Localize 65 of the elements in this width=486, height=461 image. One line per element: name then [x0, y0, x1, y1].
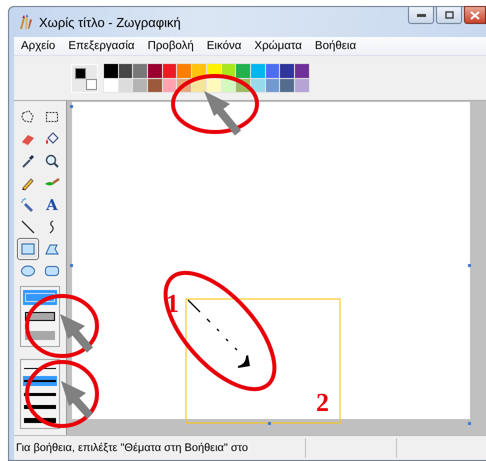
color-swatch[interactable]	[177, 64, 192, 78]
menu-item[interactable]: Βοήθεια	[312, 39, 358, 53]
color-swatch[interactable]	[104, 78, 118, 92]
foreground-color-swatch[interactable]	[75, 68, 86, 78]
color-swatch[interactable]	[266, 78, 280, 92]
minimize-icon	[416, 14, 426, 16]
menu-item[interactable]: Αρχείο	[19, 39, 58, 53]
color-swatch[interactable]	[133, 64, 148, 78]
callout-number: 1	[166, 289, 179, 318]
color-swatch[interactable]	[162, 64, 176, 78]
fill-icon	[44, 131, 60, 147]
color-swatch[interactable]	[148, 64, 162, 78]
select-icon	[44, 109, 60, 125]
menu-item[interactable]: Επεξεργασία	[66, 39, 137, 53]
line-width-option[interactable]	[23, 415, 57, 425]
color-swatch[interactable]	[266, 64, 280, 78]
color-swatch[interactable]	[294, 78, 309, 92]
color-swatch[interactable]	[222, 78, 236, 92]
paint-brushes-icon	[17, 14, 33, 30]
color-swatch[interactable]	[118, 64, 132, 78]
color-swatch[interactable]	[250, 78, 265, 92]
menu-item[interactable]: Εικόνα	[204, 39, 244, 53]
maximize-button[interactable]	[436, 6, 462, 24]
resize-handle[interactable]	[468, 264, 471, 267]
background-color-swatch[interactable]	[86, 78, 97, 90]
menu-item[interactable]: Προβολή	[146, 39, 196, 53]
free-form-select-icon	[20, 109, 36, 125]
rounded-rectangle-icon	[44, 263, 60, 279]
resize-handle[interactable]	[268, 422, 271, 425]
maximize-icon	[444, 11, 454, 19]
airbrush-icon	[20, 197, 36, 213]
color-swatch[interactable]	[162, 78, 176, 92]
color-swatch[interactable]	[280, 64, 294, 78]
window-title: Χωρίς τίτλο - Ζωγραφική	[39, 14, 181, 30]
color-swatch[interactable]	[206, 78, 220, 92]
eyedropper-icon	[20, 153, 36, 169]
resize-handle[interactable]	[70, 264, 73, 267]
tool-button[interactable]	[17, 238, 39, 260]
color-swatch[interactable]	[236, 64, 250, 78]
color-swatch[interactable]	[250, 64, 265, 78]
color-swatch[interactable]	[280, 78, 294, 92]
rectangle-icon	[20, 241, 36, 257]
resize-handle[interactable]	[468, 422, 471, 425]
dotted-stroke	[187, 299, 250, 368]
color-swatch[interactable]	[118, 78, 132, 92]
minimize-button[interactable]	[408, 6, 434, 24]
pointer-arrow	[60, 314, 94, 353]
close-button[interactable]	[464, 6, 486, 24]
line-icon	[20, 219, 36, 235]
color-swatch[interactable]	[294, 64, 309, 78]
color-swatch[interactable]	[148, 78, 162, 92]
ellipse-icon	[20, 263, 36, 279]
color-swatch[interactable]	[133, 78, 148, 92]
current-colors[interactable]	[71, 64, 98, 92]
status-text: Για βοήθεια, επιλέξτε "Θέματα στη Βοήθεια" στο	[15, 442, 249, 454]
pointer-arrow	[61, 381, 93, 419]
callout-number: 2	[316, 388, 329, 417]
menu-item[interactable]: Χρώματα	[252, 39, 304, 53]
pointer-arrow	[204, 91, 242, 136]
tool-button[interactable]: A	[41, 194, 63, 216]
magnifier-icon	[44, 153, 60, 169]
close-icon	[470, 10, 480, 20]
resize-handle[interactable]	[70, 105, 73, 108]
color-swatch[interactable]	[104, 64, 118, 78]
line-width-option[interactable]	[23, 402, 57, 412]
